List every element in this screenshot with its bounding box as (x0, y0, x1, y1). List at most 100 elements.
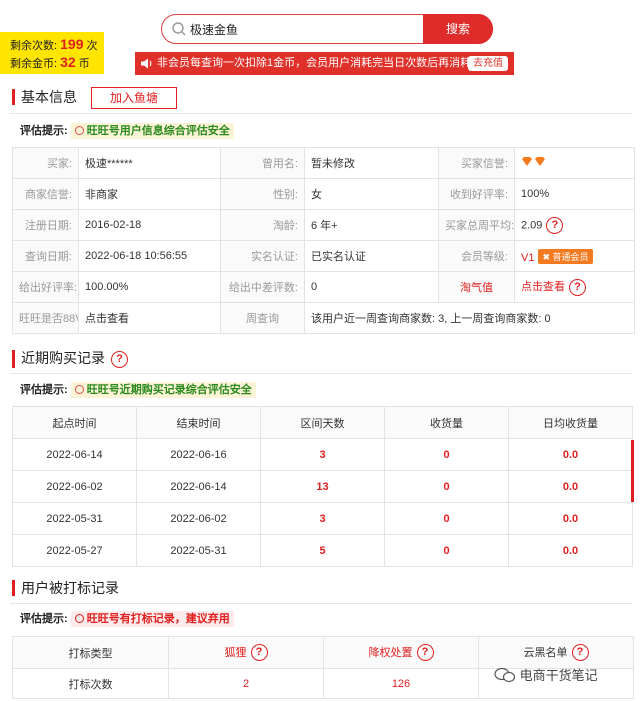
times-unit: 次 (86, 40, 98, 52)
mark-count-label: 打标次数 (12, 668, 169, 699)
help-icon[interactable]: ? (546, 216, 564, 234)
close-circle-icon: ✖ (542, 251, 551, 262)
naughty-value-cell: 点击查看? (514, 271, 635, 303)
weekly-avg-value: 2.09 (521, 218, 543, 231)
hint-value: 旺旺号有打标记录，建议弃用 (70, 611, 234, 627)
real-name-value: 已实名认证 (304, 240, 439, 272)
search-button[interactable]: 搜索 (423, 13, 493, 44)
buyer-credit-value (514, 147, 635, 179)
column-header: 区间天数 (260, 406, 385, 439)
coins-label: 剩余金币: (10, 58, 58, 70)
quota-panel: 剩余次数: 199 次 剩余金币: 32 币 (0, 32, 104, 74)
help-icon[interactable]: ? (571, 644, 589, 662)
notice-bar: 非会员每查询一次扣除1金币，会员用户消耗完当日次数后再消耗金币。 去充值 (135, 52, 514, 75)
table-row: 注册日期: 2016-02-18 淘龄: 6 年+ 买家总周平均: 2.09? (12, 209, 635, 241)
divider (10, 373, 632, 374)
column-header: 起点时间 (12, 406, 137, 439)
marked-eval-hint: 评估提示: 旺旺号有打标记录，建议弃用 (20, 609, 234, 629)
hint-value-text: 旺旺号用户信息综合评估安全 (86, 125, 230, 137)
search-icon (172, 22, 186, 36)
recharge-button[interactable]: 去充值 (468, 56, 508, 71)
daily-avg: 0.0 (508, 470, 633, 503)
table-row: 给出好评率: 100.00% 给出中差评数: 0 淘气值 点击查看? (12, 271, 635, 303)
watermark-text: 电商干货笔记 (519, 668, 598, 683)
cloud-blacklist-header-text: 云黑名单 (523, 646, 568, 659)
vip-badge-text: 普通会员 (552, 251, 589, 262)
start-date: 2022-06-14 (12, 438, 137, 471)
coins-unit: 币 (78, 58, 90, 70)
start-date: 2022-06-02 (12, 470, 137, 503)
gender-label: 性别: (220, 178, 305, 210)
basic-info-table: 买家: 极速****** 曾用名: 暂未修改 买家信誉: 商家信誉: 非商家 性… (12, 147, 635, 334)
hint-value: 旺旺号用户信息综合评估安全 (70, 123, 234, 139)
merchant-credit-label: 商家信誉: (12, 178, 79, 210)
purchase-table: 起点时间 结束时间 区间天数 收货量 日均收货量 2022-06-14 2022… (12, 406, 633, 567)
table-scrollbar[interactable] (631, 440, 634, 502)
gender-value: 女 (304, 178, 439, 210)
hint-label: 评估提示: (20, 384, 68, 396)
column-header: 结束时间 (136, 406, 261, 439)
times-value: 199 (60, 36, 84, 52)
received-count: 0 (384, 534, 509, 567)
merchant-credit-value: 非商家 (78, 178, 221, 210)
vip-badge: ✖ 普通会员 (538, 248, 593, 264)
interval-days: 5 (260, 534, 385, 567)
basic-info-title: 基本信息 (12, 89, 77, 105)
table-header-row: 起点时间 结束时间 区间天数 收货量 日均收货量 (12, 406, 633, 439)
diamond-icon (522, 157, 545, 166)
help-icon[interactable]: ? (111, 350, 128, 368)
column-header: 日均收货量 (508, 406, 633, 439)
real-name-label: 实名认证: (220, 240, 305, 272)
buyer-value: 极速****** (78, 147, 221, 179)
naughty-value-link[interactable]: 点击查看 (521, 281, 565, 293)
fox-count: 2 (168, 668, 324, 699)
basic-eval-hint: 评估提示: 旺旺号用户信息综合评估安全 (20, 121, 234, 141)
given-negative-label: 给出中差评数: (220, 271, 305, 303)
search-input[interactable] (190, 21, 410, 37)
column-header: 狐狸? (168, 636, 324, 669)
end-date: 2022-06-02 (136, 502, 261, 535)
help-icon[interactable]: ? (250, 644, 268, 662)
weekly-query-label: 周查询 (220, 302, 305, 334)
column-header: 降权处置? (323, 636, 479, 669)
divider (10, 603, 632, 604)
end-date: 2022-06-14 (136, 470, 261, 503)
end-date: 2022-05-31 (136, 534, 261, 567)
interval-days: 13 (260, 470, 385, 503)
notice-text: 非会员每查询一次扣除1金币，会员用户消耗完当日次数后再消耗金币。 (157, 57, 505, 69)
search-bar: 搜索 (161, 13, 493, 44)
hint-label: 评估提示: (20, 613, 68, 625)
buyer-label: 买家: (12, 147, 79, 179)
purchase-title: 近期购买记录? (12, 350, 128, 368)
hint-value-text: 旺旺号近期购买记录综合评估安全 (86, 384, 252, 396)
table-row: 2022-06-02 2022-06-14 13 0 0.0 (12, 470, 633, 503)
member-level-label: 会员等级: (438, 240, 515, 272)
table-row: 2022-05-31 2022-06-02 3 0 0.0 (12, 502, 633, 535)
weekly-avg-label: 买家总周平均: (438, 209, 515, 241)
former-name-value: 暂未修改 (304, 147, 439, 179)
help-icon[interactable]: ? (569, 278, 586, 296)
table-row: 买家: 极速****** 曾用名: 暂未修改 买家信誉: (12, 147, 635, 179)
marked-title-text: 用户被打标记录 (21, 580, 119, 596)
start-date: 2022-05-31 (12, 502, 137, 535)
end-date: 2022-06-16 (136, 438, 261, 471)
add-to-pond-button[interactable]: 加入鱼塘 (91, 87, 177, 109)
help-icon[interactable]: ? (416, 644, 434, 662)
given-positive-label: 给出好评率: (12, 271, 79, 303)
daily-avg: 0.0 (508, 534, 633, 567)
vip88-link[interactable]: 点击查看 (78, 302, 221, 334)
hint-label: 评估提示: (20, 125, 68, 137)
divider (10, 113, 632, 114)
interval-days: 3 (260, 438, 385, 471)
register-date-label: 注册日期: (12, 209, 79, 241)
positive-rate-label: 收到好评率: (438, 178, 515, 210)
marked-title: 用户被打标记录 (12, 580, 119, 596)
taobao-age-label: 淘龄: (220, 209, 305, 241)
former-name-label: 曾用名: (220, 147, 305, 179)
weekly-query-value: 该用户近一周查询商家数: 3, 上一周查询商家数: 0 (304, 302, 635, 334)
table-row: 旺旺是否88VIP: 点击查看 周查询 该用户近一周查询商家数: 3, 上一周查… (12, 302, 635, 334)
table-header-row: 打标类型 狐狸? 降权处置? 云黑名单? (12, 636, 634, 669)
received-count: 0 (384, 502, 509, 535)
naughty-value-label: 淘气值 (438, 271, 515, 303)
hint-value-text: 旺旺号有打标记录，建议弃用 (86, 613, 230, 625)
